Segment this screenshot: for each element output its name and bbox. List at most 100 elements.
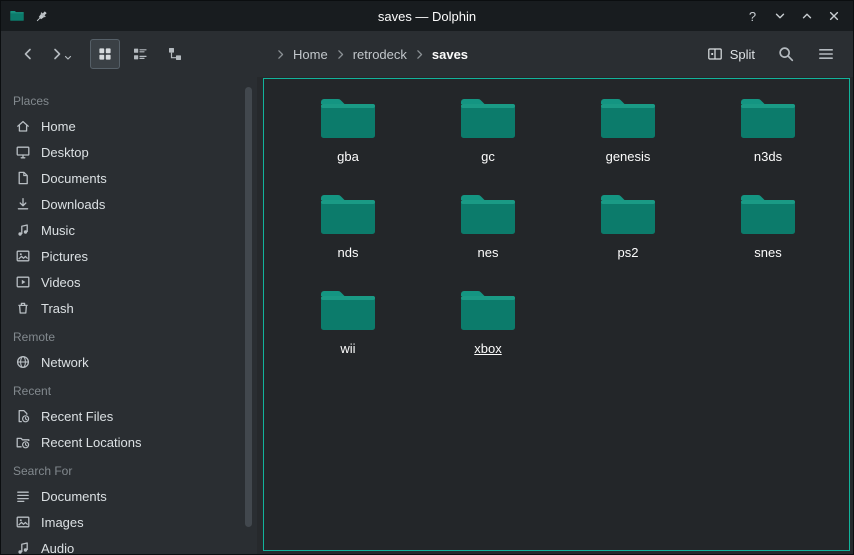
folder-item[interactable]: genesis xyxy=(558,89,698,185)
breadcrumb-item-saves[interactable]: saves xyxy=(427,44,473,65)
folder-item[interactable]: wii xyxy=(278,281,418,377)
minimize-button[interactable] xyxy=(768,5,791,28)
folder-item[interactable]: snes xyxy=(698,185,838,281)
sidebar-item-trash[interactable]: Trash xyxy=(1,295,257,321)
forward-button[interactable] xyxy=(45,39,76,69)
folder-label: gba xyxy=(337,149,359,164)
sidebar-item-desktop[interactable]: Desktop xyxy=(1,139,257,165)
search-audio-icon xyxy=(15,540,31,554)
folder-icon xyxy=(316,191,380,239)
sidebar-item-label: Images xyxy=(41,515,84,530)
folder-label: xbox xyxy=(474,341,501,356)
folder-label: wii xyxy=(340,341,355,356)
recent-locations-icon xyxy=(15,434,31,450)
tree-view-icon xyxy=(167,46,183,62)
dolphin-window: saves — Dolphin ? Home re xyxy=(0,0,854,555)
sidebar-item-documents[interactable]: Documents xyxy=(1,165,257,191)
desktop-icon xyxy=(15,144,31,160)
view-mode-group xyxy=(90,39,190,69)
breadcrumb-chevron-icon xyxy=(334,48,347,61)
network-icon xyxy=(15,354,31,370)
section-title-search-for: Search For xyxy=(1,455,257,483)
menu-button[interactable] xyxy=(811,39,841,69)
sidebar-scrollbar xyxy=(245,87,252,544)
split-icon xyxy=(707,46,723,62)
close-icon xyxy=(828,10,840,22)
folder-item[interactable]: xbox xyxy=(418,281,558,377)
sidebar-item-pictures[interactable]: Pictures xyxy=(1,243,257,269)
details-view-button[interactable] xyxy=(125,39,155,69)
sidebar-item-downloads[interactable]: Downloads xyxy=(1,191,257,217)
help-icon: ? xyxy=(749,9,756,24)
chevron-right-icon xyxy=(49,46,65,62)
folder-item[interactable]: nds xyxy=(278,185,418,281)
image-icon xyxy=(15,248,31,264)
sidebar-item-label: Pictures xyxy=(41,249,88,264)
close-button[interactable] xyxy=(822,5,845,28)
breadcrumb-item-retrodeck[interactable]: retrodeck xyxy=(348,44,412,65)
folder-item[interactable]: ps2 xyxy=(558,185,698,281)
search-images-icon xyxy=(15,514,31,530)
places-panel: Places Home Desktop Documents Downloads … xyxy=(1,77,257,554)
folder-item[interactable]: gc xyxy=(418,89,558,185)
folder-icon xyxy=(456,95,520,143)
sidebar-item-network[interactable]: Network xyxy=(1,349,257,375)
hamburger-icon xyxy=(817,45,835,63)
sidebar-item-label: Music xyxy=(41,223,75,238)
tree-view-button[interactable] xyxy=(160,39,190,69)
sidebar-item-label: Trash xyxy=(41,301,74,316)
breadcrumb-chevron-icon xyxy=(274,48,287,61)
sidebar-item-label: Videos xyxy=(41,275,81,290)
icons-view-button[interactable] xyxy=(90,39,120,69)
search-button[interactable] xyxy=(771,39,801,69)
folder-label: gc xyxy=(481,149,495,164)
folder-icon xyxy=(736,95,800,143)
recent-files-icon xyxy=(15,408,31,424)
sidebar-scrollbar-thumb[interactable] xyxy=(245,87,252,527)
sidebar-item-label: Documents xyxy=(41,489,107,504)
sidebar-item-search-audio[interactable]: Audio xyxy=(1,535,257,554)
window-body: Places Home Desktop Documents Downloads … xyxy=(1,77,853,554)
section-title-recent: Recent xyxy=(1,375,257,403)
details-view-icon xyxy=(132,46,148,62)
folder-item[interactable]: n3ds xyxy=(698,89,838,185)
folder-icon xyxy=(456,287,520,335)
folder-icon xyxy=(596,191,660,239)
sidebar-item-label: Recent Files xyxy=(41,409,113,424)
sidebar-item-recent-locations[interactable]: Recent Locations xyxy=(1,429,257,455)
section-title-places: Places xyxy=(1,85,257,113)
help-button[interactable]: ? xyxy=(741,5,764,28)
window-title: saves — Dolphin xyxy=(1,9,853,24)
folder-item[interactable]: nes xyxy=(418,185,558,281)
folder-icon xyxy=(316,95,380,143)
titlebar: saves — Dolphin ? xyxy=(1,1,853,31)
sidebar-item-search-documents[interactable]: Documents xyxy=(1,483,257,509)
toolbar: Home retrodeck saves Split xyxy=(1,31,853,77)
home-icon xyxy=(15,118,31,134)
sidebar-item-home[interactable]: Home xyxy=(1,113,257,139)
breadcrumb: Home retrodeck saves xyxy=(274,44,473,65)
folder-label: nes xyxy=(478,245,499,260)
app-icon xyxy=(9,10,25,22)
folder-label: nds xyxy=(338,245,359,260)
sidebar-item-music[interactable]: Music xyxy=(1,217,257,243)
sidebar-item-label: Desktop xyxy=(41,145,89,160)
breadcrumb-item-home[interactable]: Home xyxy=(288,44,333,65)
pin-icon[interactable] xyxy=(34,9,49,24)
history-caret-icon xyxy=(64,54,72,62)
back-button[interactable] xyxy=(13,39,43,69)
sidebar-item-videos[interactable]: Videos xyxy=(1,269,257,295)
split-button[interactable]: Split xyxy=(701,39,761,69)
sidebar-item-search-images[interactable]: Images xyxy=(1,509,257,535)
sidebar-item-label: Home xyxy=(41,119,76,134)
chevron-left-icon xyxy=(20,46,36,62)
sidebar-item-label: Network xyxy=(41,355,89,370)
maximize-button[interactable] xyxy=(795,5,818,28)
icons-view-icon xyxy=(97,46,113,62)
sidebar-item-recent-files[interactable]: Recent Files xyxy=(1,403,257,429)
folder-view: gba gc genesis n3ds nds xyxy=(263,78,850,551)
music-icon xyxy=(15,222,31,238)
breadcrumb-chevron-icon xyxy=(413,48,426,61)
folder-item[interactable]: gba xyxy=(278,89,418,185)
folder-icon xyxy=(736,191,800,239)
